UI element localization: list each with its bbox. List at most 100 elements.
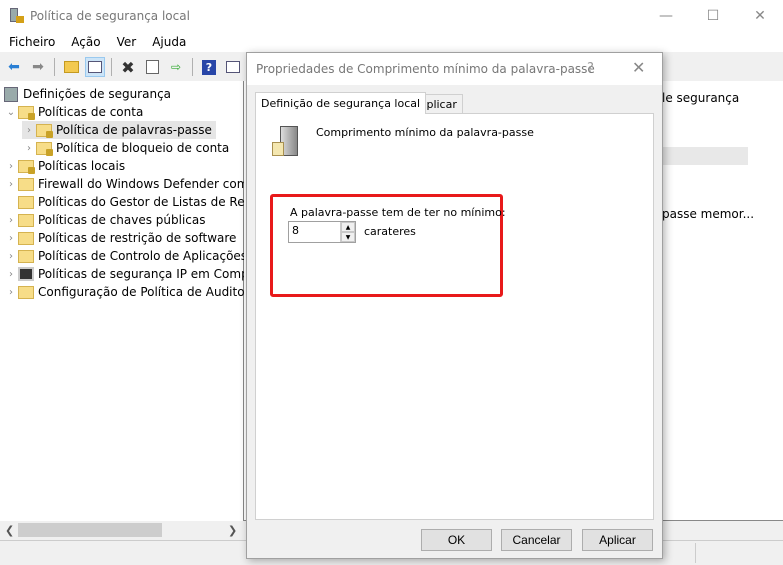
locked-folder-icon <box>36 123 53 138</box>
tree-item[interactable]: ⌄ Políticas de conta <box>4 103 143 121</box>
tree-label: Políticas do Gestor de Listas de Redes <box>38 195 266 209</box>
maximize-icon: ☐ <box>706 8 720 24</box>
toolbar-separator <box>192 58 193 76</box>
locked-folder-icon <box>36 141 53 156</box>
export-icon: ⇨ <box>170 60 182 74</box>
chevron-right-icon[interactable]: › <box>4 161 18 172</box>
list-row-fragment[interactable]: passe memor... <box>662 207 754 221</box>
locked-folder-icon <box>18 159 35 174</box>
tree-item[interactable]: › Políticas de chaves públicas <box>4 211 206 229</box>
menu-bar: Ficheiro Ação Ver Ajuda <box>0 32 783 52</box>
column-header-fragment[interactable]: le segurança <box>662 91 739 105</box>
console-tree: Definições de segurança ⌄ Políticas de co… <box>0 81 266 521</box>
tree-label: Políticas de chaves públicas <box>38 213 206 227</box>
tab-panel: Comprimento mínimo da palavra-passe A pa… <box>255 113 654 520</box>
tree-label: Configuração de Política de Auditoria <box>38 285 261 299</box>
title-bar: Política de segurança local — ☐ ✕ <box>0 0 783 32</box>
min-length-value[interactable]: 8 <box>289 222 340 242</box>
minimize-icon: — <box>659 8 673 24</box>
scroll-right-icon[interactable]: ❯ <box>228 524 237 537</box>
help-icon: ? <box>202 59 216 75</box>
ok-button[interactable]: OK <box>421 529 492 551</box>
up-folder-button[interactable] <box>61 57 81 77</box>
tree-item[interactable]: › Configuração de Política de Auditoria <box>4 283 260 301</box>
list-row-highlight[interactable] <box>662 147 748 165</box>
scrollbar-thumb[interactable] <box>18 523 162 537</box>
tree-label: Definições de segurança <box>23 87 172 101</box>
policy-name: Comprimento mínimo da palavra-passe <box>316 126 534 139</box>
security-policy-app-icon <box>8 8 24 24</box>
chevron-right-icon[interactable]: › <box>4 287 18 298</box>
help-button[interactable]: ? <box>199 57 219 77</box>
ip-security-icon <box>18 267 34 281</box>
chevron-right-icon[interactable]: › <box>4 179 18 190</box>
cancel-button[interactable]: Cancelar <box>501 529 572 551</box>
tree-label: Políticas de Controlo de Aplicações <box>38 249 248 263</box>
security-settings-icon <box>4 86 18 102</box>
chevron-right-icon[interactable]: › <box>4 233 18 244</box>
tree-label: Política de bloqueio de conta <box>56 141 230 155</box>
chevron-right-icon[interactable]: › <box>4 269 18 280</box>
tree-root[interactable]: Definições de segurança <box>4 85 171 103</box>
properties-button[interactable] <box>142 57 162 77</box>
tree-label: Políticas locais <box>38 159 126 173</box>
export-button[interactable]: ⇨ <box>166 57 186 77</box>
spin-up-button[interactable]: ▲ <box>341 222 355 232</box>
folder-icon <box>18 285 34 299</box>
delete-button[interactable]: ✖ <box>118 57 138 77</box>
folder-icon <box>18 177 34 191</box>
tree-item[interactable]: › Políticas de segurança IP em Comput <box>4 265 261 283</box>
tree-item[interactable]: › Políticas de Controlo de Aplicações <box>4 247 247 265</box>
close-button[interactable]: ✕ <box>737 0 783 32</box>
chevron-right-icon[interactable]: › <box>4 215 18 226</box>
apply-button[interactable]: Aplicar <box>582 529 653 551</box>
min-length-spinbox[interactable]: 8 ▲ ▼ <box>288 221 356 243</box>
tree-label: Políticas de segurança IP em Comput <box>38 267 262 281</box>
status-divider <box>695 543 696 563</box>
tree-label: Políticas de restrição de software <box>38 231 237 245</box>
properties-dialog: Propriedades de Comprimento mínimo da pa… <box>246 52 663 559</box>
forward-button[interactable]: ➡ <box>28 57 48 77</box>
folder-icon <box>18 249 34 263</box>
tree-item[interactable]: › Política de bloqueio de conta <box>22 139 229 157</box>
chevron-down-icon[interactable]: ⌄ <box>4 107 18 118</box>
dialog-title: Propriedades de Comprimento mínimo da pa… <box>256 62 595 76</box>
toolbar-separator <box>54 58 55 76</box>
menu-ajuda[interactable]: Ajuda <box>143 35 193 49</box>
folder-icon <box>18 195 34 209</box>
dialog-close-button[interactable]: ✕ <box>632 58 645 77</box>
back-icon: ⬅ <box>8 59 20 75</box>
toolbar-separator <box>111 58 112 76</box>
show-hide-tree-icon <box>88 61 102 73</box>
arrow-down-icon: ▼ <box>345 233 351 241</box>
tab-local-security-setting[interactable]: Definição de segurança local <box>255 92 427 114</box>
show-hide-tree-button[interactable] <box>85 57 105 77</box>
show-action-pane-icon <box>226 61 240 73</box>
back-button[interactable]: ⬅ <box>4 57 24 77</box>
min-length-label: A palavra-passe tem de ter no mínimo: <box>290 206 506 219</box>
locked-folder-icon <box>18 105 35 120</box>
spin-down-button[interactable]: ▼ <box>341 232 355 242</box>
tree-item[interactable]: Políticas do Gestor de Listas de Redes <box>4 193 266 211</box>
minimize-button[interactable]: — <box>643 0 689 32</box>
unit-label: carateres <box>364 225 416 238</box>
forward-icon: ➡ <box>32 59 44 75</box>
dialog-help-button[interactable]: ? <box>587 61 594 76</box>
chevron-right-icon[interactable]: › <box>22 143 36 154</box>
tree-item[interactable]: › Políticas de restrição de software <box>4 229 236 247</box>
scroll-left-icon[interactable]: ❮ <box>5 524 14 537</box>
menu-acao[interactable]: Ação <box>62 35 107 49</box>
tree-item[interactable]: › Política de palavras-passe <box>22 121 216 139</box>
tree-label: Política de palavras-passe <box>56 123 212 137</box>
menu-ver[interactable]: Ver <box>108 35 144 49</box>
chevron-right-icon[interactable]: › <box>4 251 18 262</box>
maximize-button[interactable]: ☐ <box>690 0 736 32</box>
menu-ficheiro[interactable]: Ficheiro <box>0 35 62 49</box>
tree-horizontal-scrollbar[interactable]: ❮ ❯ <box>2 522 242 538</box>
show-action-pane-button[interactable] <box>223 57 243 77</box>
chevron-right-icon[interactable]: › <box>22 125 36 136</box>
tree-item[interactable]: › Políticas locais <box>4 157 125 175</box>
server-policy-icon <box>272 126 300 158</box>
tree-item[interactable]: › Firewall do Windows Defender com S <box>4 175 260 193</box>
close-icon: ✕ <box>754 8 766 24</box>
